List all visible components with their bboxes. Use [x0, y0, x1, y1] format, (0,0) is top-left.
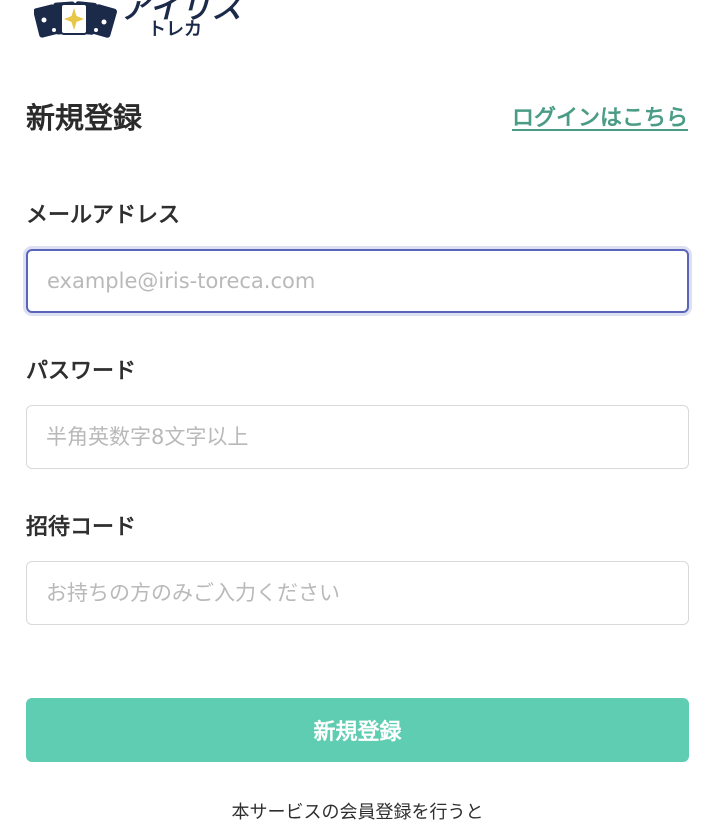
- register-button[interactable]: 新規登録: [26, 698, 689, 762]
- logo-subtitle: トレカ: [148, 19, 202, 40]
- page-title: 新規登録: [26, 101, 143, 135]
- terms-text: 本サービスの会員登録を行うと: [231, 802, 484, 823]
- invite-code-label: 招待コード: [26, 515, 137, 540]
- password-label: パスワード: [26, 359, 137, 384]
- logo-cards-icon: [34, 1, 117, 38]
- login-link[interactable]: ログインはこちら: [512, 104, 688, 134]
- email-label: メールアドレス: [26, 203, 181, 228]
- email-field[interactable]: [26, 249, 689, 313]
- logo: アイリス トレカ: [34, 0, 242, 48]
- invite-code-field[interactable]: [26, 561, 689, 625]
- password-field[interactable]: [26, 405, 689, 469]
